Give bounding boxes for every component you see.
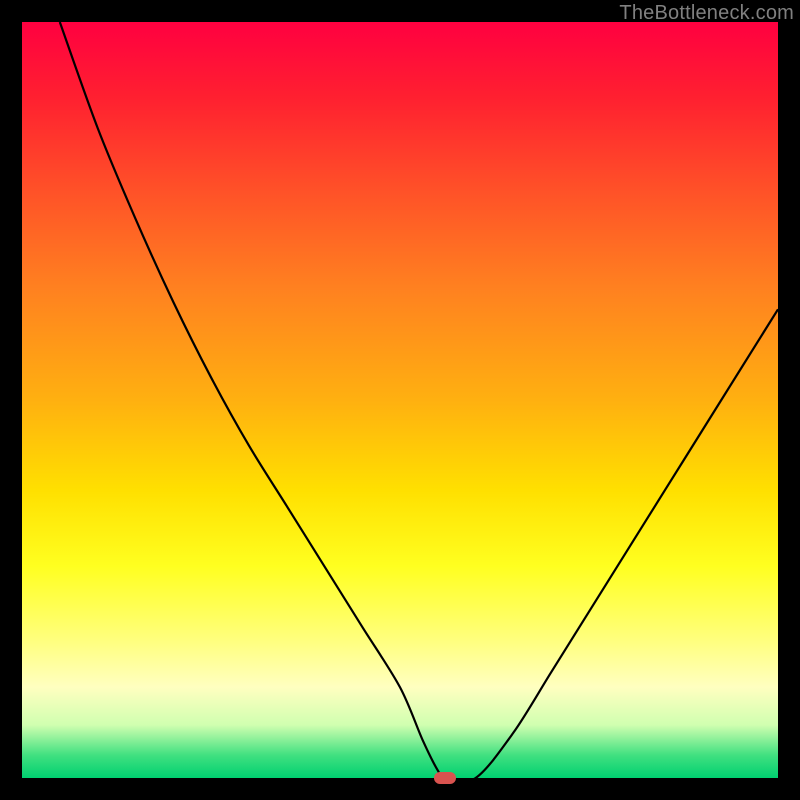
watermark-text: TheBottleneck.com — [619, 2, 794, 25]
bottleneck-curve — [22, 22, 778, 778]
optimum-marker — [434, 772, 456, 784]
chart-plot-area — [22, 22, 778, 778]
chart-frame: TheBottleneck.com — [0, 0, 800, 800]
